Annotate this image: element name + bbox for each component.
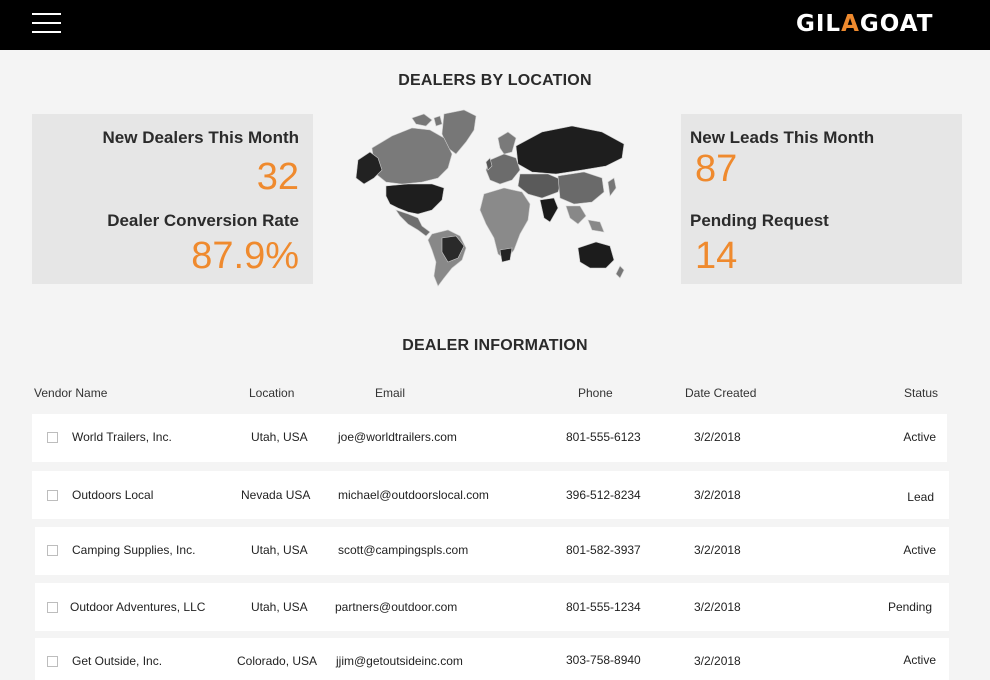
vendor-name: World Trailers, Inc.	[72, 430, 172, 444]
menu-line	[32, 31, 61, 33]
col-email[interactable]: Email	[375, 386, 405, 400]
map-japan	[607, 177, 617, 197]
map-india	[539, 197, 559, 223]
row-checkbox[interactable]	[47, 656, 58, 667]
row-checkbox[interactable]	[47, 545, 58, 556]
map-se-asia	[565, 205, 605, 233]
status: Pending	[887, 600, 932, 614]
date-created: 3/2/2018	[694, 488, 741, 502]
table-row[interactable]: Get Outside, Inc. Colorado, USA jjim@get…	[35, 638, 949, 680]
location: Utah, USA	[251, 543, 308, 557]
status: Lead	[907, 490, 934, 504]
new-dealers-label: New Dealers This Month	[102, 128, 299, 147]
phone: 396-512-8234	[566, 488, 641, 502]
email[interactable]: jjim@getoutsideinc.com	[336, 654, 463, 668]
col-date-created[interactable]: Date Created	[685, 386, 756, 400]
vendor-name: Outdoors Local	[72, 488, 154, 502]
map-africa-south	[499, 247, 513, 263]
world-map-icon[interactable]	[352, 108, 628, 288]
email[interactable]: joe@worldtrailers.com	[338, 430, 457, 444]
new-leads-label: New Leads This Month	[690, 128, 875, 147]
table-row[interactable]: Outdoor Adventures, LLC Utah, USA partne…	[35, 583, 949, 631]
location: Utah, USA	[251, 600, 308, 614]
status: Active	[903, 653, 936, 667]
date-created: 3/2/2018	[694, 654, 741, 668]
row-checkbox[interactable]	[47, 490, 58, 501]
map-mexico	[395, 209, 431, 237]
date-created: 3/2/2018	[694, 430, 741, 444]
phone: 303-758-8940	[566, 653, 641, 667]
new-leads-value: 87	[695, 148, 738, 190]
col-location[interactable]: Location	[249, 386, 294, 400]
conversion-rate-label: Dealer Conversion Rate	[107, 211, 299, 230]
vendor-name: Camping Supplies, Inc.	[72, 543, 196, 557]
lead-stats-card: New Leads This Month 87 Pending Request …	[681, 114, 962, 284]
vendor-name: Outdoor Adventures, LLC	[70, 600, 206, 614]
menu-line	[32, 22, 61, 24]
map-arctic-islands	[411, 113, 443, 127]
conversion-rate-value: 87.9%	[191, 235, 299, 277]
map-central-asia	[517, 173, 563, 199]
logo-accent: A	[841, 11, 860, 37]
logo-part-1: GIL	[796, 11, 842, 37]
map-china	[557, 171, 605, 205]
map-new-zealand	[615, 265, 625, 279]
menu-line	[32, 13, 61, 15]
status: Active	[903, 430, 936, 444]
map-russia	[515, 125, 625, 175]
location: Utah, USA	[251, 430, 308, 444]
table-row[interactable]: World Trailers, Inc. Utah, USA joe@world…	[32, 414, 947, 462]
email[interactable]: partners@outdoor.com	[335, 600, 457, 614]
hamburger-menu-icon[interactable]	[32, 12, 62, 34]
dealer-information-title: DEALER INFORMATION	[402, 337, 588, 354]
status: Active	[903, 543, 936, 557]
location: Nevada USA	[241, 488, 311, 502]
col-vendor-name[interactable]: Vendor Name	[34, 386, 107, 400]
email[interactable]: scott@campingspls.com	[338, 543, 468, 557]
phone: 801-582-3937	[566, 543, 641, 557]
new-dealers-value: 32	[256, 156, 299, 198]
table-row[interactable]: Outdoors Local Nevada USA michael@outdoo…	[32, 471, 949, 519]
location: Colorado, USA	[237, 654, 318, 668]
table-row[interactable]: Camping Supplies, Inc. Utah, USA scott@c…	[35, 527, 949, 575]
map-canada	[371, 127, 453, 185]
map-europe	[485, 153, 521, 185]
pending-request-label: Pending Request	[690, 211, 829, 230]
row-checkbox[interactable]	[47, 602, 58, 613]
row-checkbox[interactable]	[47, 432, 58, 443]
gilagoat-logo[interactable]: GILAGOAT	[796, 11, 933, 37]
col-status[interactable]: Status	[904, 386, 938, 400]
date-created: 3/2/2018	[694, 543, 741, 557]
dealers-by-location-title: DEALERS BY LOCATION	[398, 72, 592, 89]
col-phone[interactable]: Phone	[578, 386, 613, 400]
phone: 801-555-6123	[566, 430, 641, 444]
table-header: Vendor Name Location Email Phone Date Cr…	[0, 386, 990, 406]
phone: 801-555-1234	[566, 600, 641, 614]
vendor-name: Get Outside, Inc.	[72, 654, 163, 668]
logo-part-2: GOAT	[859, 11, 934, 37]
map-australia	[577, 241, 615, 269]
logo-text: GILAGOAT	[796, 11, 933, 37]
date-created: 3/2/2018	[694, 600, 741, 614]
pending-request-value: 14	[695, 235, 738, 277]
map-scandinavia	[497, 131, 517, 155]
dealer-stats-card: New Dealers This Month 32 Dealer Convers…	[32, 114, 313, 284]
map-usa	[385, 183, 445, 215]
email[interactable]: michael@outdoorslocal.com	[338, 488, 489, 502]
top-bar: GILAGOAT	[0, 0, 990, 50]
